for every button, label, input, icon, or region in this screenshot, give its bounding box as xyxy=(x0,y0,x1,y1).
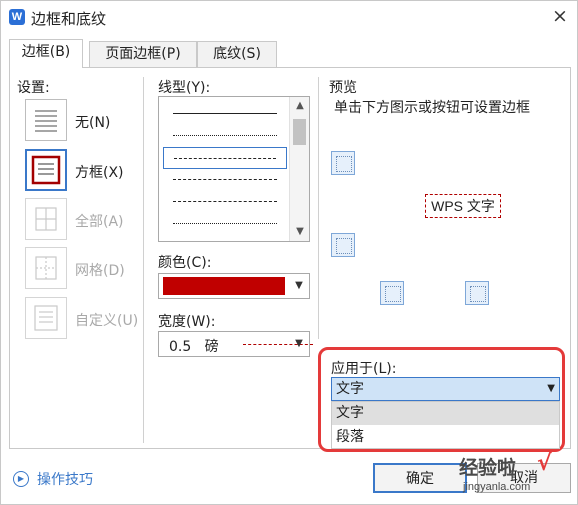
divider-left xyxy=(143,77,144,443)
preview-hint: 单击下方图示或按钮可设置边框 xyxy=(334,100,530,116)
setting-grid-icon xyxy=(35,256,57,280)
title-bar: W 边框和底纹 × xyxy=(1,1,577,33)
scroll-down-icon[interactable]: ▼ xyxy=(290,223,309,241)
tips-link[interactable]: 操作技巧 xyxy=(37,469,93,489)
tab-page-border[interactable]: 页面边框(P) xyxy=(89,41,197,67)
watermark-url: jingyanla.com xyxy=(463,481,531,493)
top-border-button[interactable] xyxy=(331,151,355,175)
apply-to-option-text[interactable]: 文字 xyxy=(332,402,559,425)
chevron-down-icon: ▼ xyxy=(547,383,555,394)
line-style-dash-dot[interactable] xyxy=(163,191,287,213)
setting-grid-label: 网格(D) xyxy=(75,263,125,279)
right-border-button[interactable] xyxy=(465,281,489,305)
setting-grid-button[interactable] xyxy=(25,247,67,289)
tab-borders[interactable]: 边框(B) xyxy=(9,39,83,68)
width-label: 宽度(W): xyxy=(158,314,216,330)
line-style-solid[interactable] xyxy=(163,103,287,125)
line-style-list[interactable]: ▲ ▼ xyxy=(158,96,310,242)
apply-to-dropdown-list: 文字 段落 xyxy=(331,401,560,449)
preview-title: 预览 xyxy=(329,80,357,96)
settings-label: 设置: xyxy=(17,80,50,96)
apply-to-label: 应用于(L): xyxy=(331,361,397,377)
line-style-dotted[interactable] xyxy=(163,125,287,147)
checkmark-icon: √ xyxy=(537,451,552,476)
setting-all-label: 全部(A) xyxy=(75,214,124,230)
setting-box-button[interactable] xyxy=(25,149,67,191)
color-swatch xyxy=(163,277,285,295)
line-style-dashed-small[interactable] xyxy=(163,147,287,169)
ok-button[interactable]: 确定 xyxy=(373,463,467,493)
setting-none-icon xyxy=(35,110,57,132)
line-style-dash-dot-dot[interactable] xyxy=(163,213,287,235)
wps-writer-icon: W xyxy=(9,9,25,25)
chevron-down-icon: ▼ xyxy=(295,338,303,349)
apply-to-panel: 应用于(L): 文字 ▼ 文字 段落 xyxy=(318,347,565,452)
width-value: 0.5 磅 xyxy=(169,339,219,355)
setting-all-icon xyxy=(35,207,57,231)
setting-custom-button[interactable] xyxy=(25,297,67,339)
setting-box-label: 方框(X) xyxy=(75,165,124,181)
setting-none-button[interactable] xyxy=(25,99,67,141)
setting-custom-icon xyxy=(34,305,58,331)
left-border-button[interactable] xyxy=(380,281,404,305)
divider-right xyxy=(318,77,319,339)
setting-all-button[interactable] xyxy=(25,198,67,240)
tab-shading[interactable]: 底纹(S) xyxy=(197,41,277,67)
apply-to-select[interactable]: 文字 ▼ xyxy=(331,377,560,401)
borders-and-shading-dialog: W 边框和底纹 × 边框(B) 页面边框(P) 底纹(S) 设置: 无(N) 方… xyxy=(0,0,578,505)
preview-sample-text: WPS 文字 xyxy=(425,194,501,218)
color-select[interactable]: ▼ xyxy=(158,273,310,299)
color-label: 颜色(C): xyxy=(158,255,212,271)
width-select[interactable]: 0.5 磅 ▼ xyxy=(158,331,313,357)
watermark-text: 经验啦 xyxy=(459,457,517,479)
scroll-up-icon[interactable]: ▲ xyxy=(290,97,309,115)
line-style-scrollbar[interactable]: ▲ ▼ xyxy=(289,97,309,241)
line-style-dashed[interactable] xyxy=(163,169,287,191)
close-icon[interactable]: × xyxy=(548,3,572,29)
play-circle-icon[interactable]: ▶ xyxy=(13,471,29,487)
line-style-label: 线型(Y): xyxy=(158,80,211,96)
setting-box-icon xyxy=(31,155,61,185)
chevron-down-icon: ▼ xyxy=(295,280,303,291)
dialog-title: 边框和底纹 xyxy=(31,10,107,28)
watermark: 经验啦 √ jingyanla.com xyxy=(459,451,571,505)
scroll-thumb[interactable] xyxy=(293,119,306,145)
bottom-border-button[interactable] xyxy=(331,233,355,257)
setting-none-label: 无(N) xyxy=(75,115,111,131)
setting-custom-label: 自定义(U) xyxy=(75,313,139,329)
apply-to-option-paragraph[interactable]: 段落 xyxy=(332,426,559,449)
